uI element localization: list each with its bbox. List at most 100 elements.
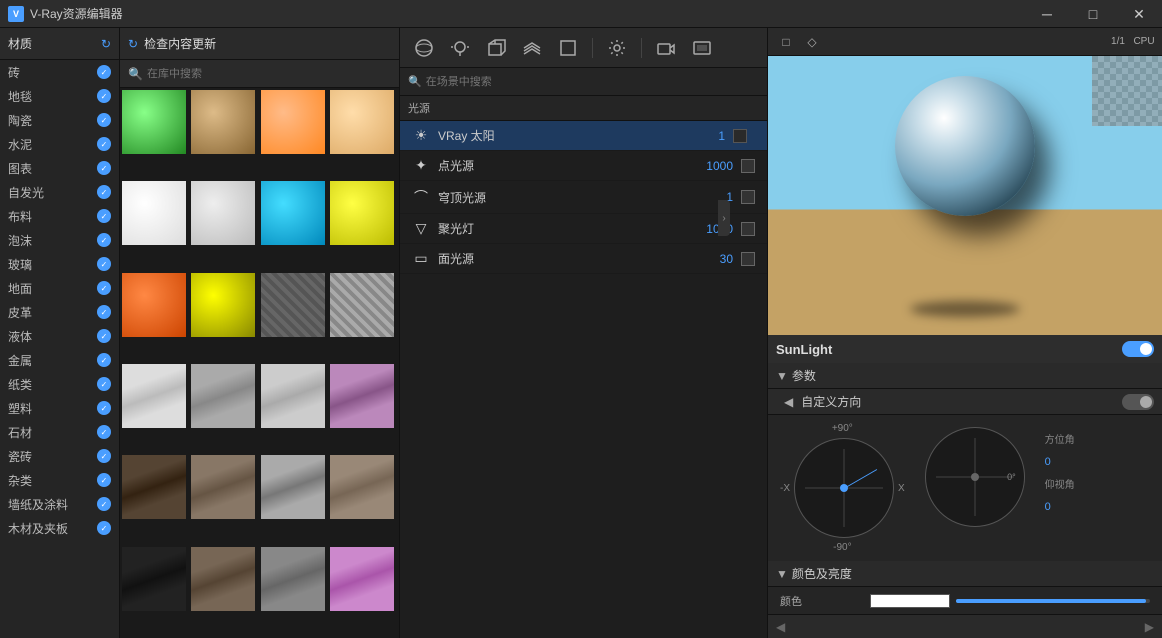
material-name-label: 陶瓷: [8, 112, 32, 129]
color-swatch[interactable]: [870, 594, 950, 608]
light-item-dome[interactable]: ⌒ 穹顶光源 1: [400, 181, 767, 214]
toolbar-render-icon[interactable]: [686, 33, 718, 63]
custom-direction-header[interactable]: ◀ 自定义方向: [768, 389, 1162, 415]
sidebar-item-皮革[interactable]: 皮革✓: [0, 300, 119, 324]
list-item[interactable]: [330, 181, 394, 245]
color-slider[interactable]: [956, 599, 1150, 603]
sidebar-item-塑料[interactable]: 塑料✓: [0, 396, 119, 420]
material-name-label: 金属: [8, 352, 32, 369]
list-item[interactable]: [191, 273, 255, 337]
list-item[interactable]: [191, 90, 255, 154]
light-count: 30: [720, 252, 733, 266]
toolbar-sphere-icon[interactable]: [408, 33, 440, 63]
collapse-panel-button[interactable]: ›: [718, 200, 730, 236]
sidebar-item-玻璃[interactable]: 玻璃✓: [0, 252, 119, 276]
list-item[interactable]: [122, 181, 186, 245]
list-item[interactable]: [191, 547, 255, 611]
list-item[interactable]: [122, 273, 186, 337]
toolbar-box-icon[interactable]: [480, 33, 512, 63]
color-brightness-header[interactable]: ▼ 颜色及亮度: [768, 561, 1162, 587]
sidebar-item-金属[interactable]: 金属 ✓: [0, 348, 119, 372]
sidebar-item-自发光[interactable]: 自发光✓: [0, 180, 119, 204]
light-item-point[interactable]: ✦ 点光源 1000: [400, 151, 767, 181]
sunlight-toggle[interactable]: [1122, 341, 1154, 357]
params-section[interactable]: ▼ 参数: [768, 363, 1162, 389]
list-item[interactable]: [122, 90, 186, 154]
toolbar-camera-icon[interactable]: [650, 33, 682, 63]
toolbar-square-icon[interactable]: [552, 33, 584, 63]
light-list: 光源 ☀ VRay 太阳 1 ✦ 点光源 1000 ⌒ 穹顶光源 1: [400, 96, 767, 638]
toolbar-layers-icon[interactable]: [516, 33, 548, 63]
sidebar-item-图表[interactable]: 图表✓: [0, 156, 119, 180]
check-icon: ✓: [97, 521, 111, 535]
preview-btn-square[interactable]: □: [776, 32, 796, 52]
list-item[interactable]: [191, 181, 255, 245]
point-light-icon: ✦: [412, 157, 430, 174]
minimize-button[interactable]: ─: [1024, 0, 1070, 28]
list-item[interactable]: [122, 364, 186, 428]
check-icon: ✓: [97, 473, 111, 487]
light-checkbox[interactable]: [741, 159, 755, 173]
light-checkbox[interactable]: [733, 129, 747, 143]
sidebar-item-水泥[interactable]: 水泥✓: [0, 132, 119, 156]
check-icon: ✓: [97, 353, 111, 367]
nav-right-icon[interactable]: ▶: [1145, 620, 1154, 634]
list-item[interactable]: [330, 364, 394, 428]
toolbar-settings-icon[interactable]: [601, 33, 633, 63]
light-item-spot[interactable]: ▽ 聚光灯 1000: [400, 214, 767, 244]
scene-panel: 🔍 光源 ☀ VRay 太阳 1 ✦ 点光源 1000 ⌒: [400, 28, 767, 638]
sidebar-item-瓷砖[interactable]: 瓷砖✓: [0, 444, 119, 468]
sidebar-item-砖[interactable]: 砖✓: [0, 60, 119, 84]
sidebar-item-墙纸及涂料[interactable]: 墙纸及涂料✓: [0, 492, 119, 516]
list-item[interactable]: [122, 547, 186, 611]
sidebar-item-液体[interactable]: 液体✓: [0, 324, 119, 348]
list-item[interactable]: [261, 364, 325, 428]
update-button[interactable]: ↻: [128, 37, 138, 51]
light-item-vray-sun[interactable]: ☀ VRay 太阳 1: [400, 121, 767, 151]
toolbar-light-icon[interactable]: [444, 33, 476, 63]
sidebar-item-陶瓷[interactable]: 陶瓷✓: [0, 108, 119, 132]
sidebar-item-木材及夹板[interactable]: 木材及夹板✓: [0, 516, 119, 540]
list-item[interactable]: [261, 181, 325, 245]
preview-cpu-label: CPU: [1134, 32, 1154, 52]
sidebar-item-地毯[interactable]: 地毯✓: [0, 84, 119, 108]
maximize-button[interactable]: □: [1070, 0, 1116, 28]
list-item[interactable]: [330, 547, 394, 611]
custom-direction-toggle[interactable]: [1122, 394, 1154, 410]
compass-widget[interactable]: [794, 438, 894, 538]
list-item[interactable]: [261, 547, 325, 611]
list-item[interactable]: [122, 455, 186, 519]
sidebar-item-布料[interactable]: 布料✓: [0, 204, 119, 228]
light-count: 1000: [706, 159, 733, 173]
material-name-label: 皮革: [8, 304, 32, 321]
sidebar-item-杂类[interactable]: 杂类✓: [0, 468, 119, 492]
collapse-arrow-icon: ▼: [776, 369, 788, 383]
panel-nav: ◀ ▶: [768, 614, 1162, 638]
light-item-area[interactable]: ▭ 面光源 30: [400, 244, 767, 274]
refresh-icon[interactable]: ↻: [101, 37, 111, 51]
list-item[interactable]: [191, 455, 255, 519]
list-item[interactable]: [330, 90, 394, 154]
list-item[interactable]: [330, 455, 394, 519]
dome-light-icon: ⌒: [412, 187, 430, 207]
list-item[interactable]: [261, 90, 325, 154]
list-item[interactable]: [261, 273, 325, 337]
sidebar-item-纸类[interactable]: 纸类✓: [0, 372, 119, 396]
light-checkbox[interactable]: [741, 252, 755, 266]
list-item[interactable]: [261, 455, 325, 519]
sidebar-item-石材[interactable]: 石材✓: [0, 420, 119, 444]
close-button[interactable]: ✕: [1116, 0, 1162, 28]
light-checkbox[interactable]: [741, 190, 755, 204]
azimuth-container: 0°: [925, 427, 1025, 527]
sidebar-item-泡沫[interactable]: 泡沫✓: [0, 228, 119, 252]
scene-search-input[interactable]: [426, 76, 759, 88]
material-search-input[interactable]: [147, 68, 391, 80]
list-item[interactable]: [330, 273, 394, 337]
nav-left-icon[interactable]: ◀: [776, 620, 785, 634]
azimuth-wheel[interactable]: 0°: [925, 427, 1025, 527]
preview-btn-diamond[interactable]: ◇: [802, 32, 822, 52]
light-checkbox[interactable]: [741, 222, 755, 236]
light-name: 面光源: [438, 250, 720, 267]
list-item[interactable]: [191, 364, 255, 428]
sidebar-item-地面[interactable]: 地面✓: [0, 276, 119, 300]
